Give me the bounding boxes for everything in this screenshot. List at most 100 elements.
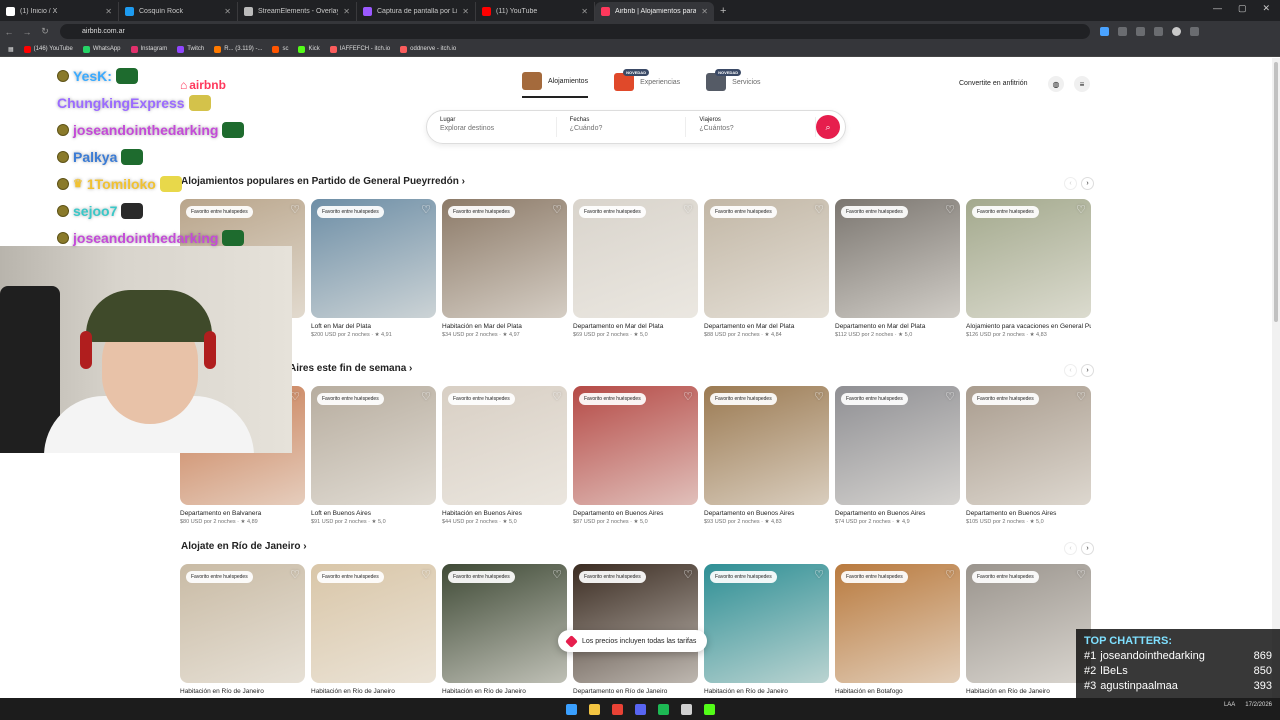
listing-photo[interactable]: Favorito entre huéspedes ♡	[180, 564, 305, 683]
tab-close-icon[interactable]: ✕	[343, 7, 350, 16]
bookmark-item[interactable]: oddnerve - itch.io	[400, 45, 456, 53]
scrollbar-thumb[interactable]	[1274, 62, 1278, 322]
heart-icon[interactable]: ♡	[421, 203, 431, 216]
listing-photo[interactable]: Favorito entre huéspedes ♡	[704, 386, 829, 505]
listing-photo[interactable]: Favorito entre huéspedes ♡	[704, 564, 829, 683]
chat-username[interactable]: joseandointhedarking	[73, 230, 218, 246]
listing-card[interactable]: Favorito entre huéspedes ♡ Departamento en…	[966, 386, 1091, 525]
heart-icon[interactable]: ♡	[552, 390, 562, 403]
nav-tab-2[interactable]: NOVEDAD Servicios	[706, 69, 761, 98]
listing-card[interactable]: Favorito entre huéspedes ♡ Departamento en…	[704, 386, 829, 525]
listing-photo[interactable]: Favorito entre huéspedes ♡	[311, 386, 436, 505]
maximize-icon[interactable]: ▢	[1238, 3, 1247, 14]
heart-icon[interactable]: ♡	[683, 568, 693, 581]
extension-icon[interactable]	[1118, 27, 1127, 36]
heart-icon[interactable]: ♡	[683, 390, 693, 403]
chat-username[interactable]: joseandointhedarking	[73, 122, 218, 138]
chevron-right-icon[interactable]: ›	[1081, 177, 1094, 190]
browser-tab[interactable]: StreamElements - Overlays ✕	[238, 2, 357, 21]
listing-photo[interactable]: Favorito entre huéspedes ♡	[835, 564, 960, 683]
nav-tab-0[interactable]: Alojamientos	[522, 72, 589, 98]
globe-icon[interactable]: ◍	[1048, 76, 1064, 92]
section-title[interactable]: Aires este fin de semana ›	[289, 363, 412, 374]
downloads-icon[interactable]	[1154, 27, 1163, 36]
dates-field[interactable]: Fechas ¿Cuándo?	[557, 117, 687, 137]
kick-icon[interactable]	[703, 703, 715, 715]
minimize-icon[interactable]: —	[1213, 3, 1222, 14]
listing-card[interactable]: Favorito entre huéspedes ♡ Loft en Buenos …	[311, 386, 436, 525]
spotify-icon[interactable]	[657, 703, 669, 715]
heart-icon[interactable]: ♡	[945, 390, 955, 403]
chat-username[interactable]: YesK:	[73, 68, 112, 84]
heart-icon[interactable]: ♡	[290, 568, 300, 581]
listing-card[interactable]: Favorito entre huéspedes ♡ Alojamiento par…	[966, 199, 1091, 338]
listing-card[interactable]: Favorito entre huéspedes ♡ Habitación en R…	[311, 564, 436, 697]
listing-card[interactable]: Favorito entre huéspedes ♡ Habitación en M…	[442, 199, 567, 338]
listing-card[interactable]: Favorito entre huéspedes ♡ Departamento en…	[704, 199, 829, 338]
heart-icon[interactable]: ♡	[814, 203, 824, 216]
nav-tab-1[interactable]: NOVEDAD Experiencias	[614, 69, 680, 98]
heart-icon[interactable]: ♡	[1076, 203, 1086, 216]
extension-icon[interactable]	[1100, 27, 1109, 36]
listing-photo[interactable]: Favorito entre huéspedes ♡	[573, 199, 698, 318]
listing-card[interactable]: Favorito entre huéspedes ♡ Departamento en…	[835, 386, 960, 525]
chrome-icon[interactable]	[611, 703, 623, 715]
listing-card[interactable]: Favorito entre huéspedes ♡ Habitación en B…	[442, 386, 567, 525]
listing-photo[interactable]: Favorito entre huéspedes ♡	[835, 199, 960, 318]
place-field[interactable]: Lugar Explorar destinos	[427, 117, 557, 137]
bookmark-item[interactable]: Instagram	[130, 45, 167, 53]
heart-icon[interactable]: ♡	[421, 568, 431, 581]
chat-username[interactable]: sejoo7	[73, 203, 117, 219]
url-bar[interactable]: airbnb.com.ar	[60, 24, 1090, 39]
listing-photo[interactable]: Favorito entre huéspedes ♡	[311, 564, 436, 683]
heart-icon[interactable]: ♡	[552, 568, 562, 581]
listing-photo[interactable]: Favorito entre huéspedes ♡	[835, 386, 960, 505]
bookmark-item[interactable]: WhatsApp	[82, 45, 121, 53]
tab-close-icon[interactable]: ✕	[462, 7, 469, 16]
tab-close-icon[interactable]: ✕	[581, 7, 588, 16]
search-button[interactable]: ⌕	[816, 115, 841, 139]
bookmark-item[interactable]: Twitch	[177, 45, 204, 53]
listing-photo[interactable]: Favorito entre huéspedes ♡	[966, 199, 1091, 318]
chat-username[interactable]: Palkya	[73, 149, 117, 165]
chevron-left-icon[interactable]: ‹	[1064, 542, 1077, 555]
heart-icon[interactable]: ♡	[814, 390, 824, 403]
guests-field[interactable]: Viajeros ¿Cuántos?	[686, 117, 817, 137]
tab-close-icon[interactable]: ✕	[701, 7, 708, 16]
listing-photo[interactable]: Favorito entre huéspedes ♡	[442, 199, 567, 318]
heart-icon[interactable]: ♡	[1076, 568, 1086, 581]
profile-avatar[interactable]	[1172, 27, 1181, 36]
discord-icon[interactable]	[634, 703, 646, 715]
listing-card[interactable]: Favorito entre huéspedes ♡ Habitación en R…	[442, 564, 567, 697]
listing-card[interactable]: Favorito entre huéspedes ♡ Habitación en R…	[966, 564, 1091, 697]
browser-tab[interactable]: Captura de pantalla por Lightshot ✕	[357, 2, 476, 21]
bookmark-item[interactable]: R... (3.119) -...	[214, 45, 262, 53]
listing-card[interactable]: Favorito entre huéspedes ♡ Departamento en…	[835, 199, 960, 338]
close-window-icon[interactable]: ✕	[1262, 3, 1270, 14]
chat-username[interactable]: ChungkingExpress	[57, 95, 185, 111]
listing-photo[interactable]: Favorito entre huéspedes ♡	[966, 564, 1091, 683]
chat-username[interactable]: 1Tomiloko	[87, 176, 156, 192]
heart-icon[interactable]: ♡	[945, 203, 955, 216]
chevron-left-icon[interactable]: ‹	[1064, 177, 1077, 190]
clock-date[interactable]: 17/2/2026	[1245, 702, 1272, 708]
listing-photo[interactable]: Favorito entre huéspedes ♡	[573, 564, 698, 683]
heart-icon[interactable]: ♡	[421, 390, 431, 403]
new-tab-button[interactable]: +	[720, 5, 726, 17]
hamburger-menu-icon[interactable]: ≡	[1074, 76, 1090, 92]
become-host-link[interactable]: Convertite en anfitrión	[959, 80, 1027, 87]
listing-card[interactable]: Favorito entre huéspedes ♡ Departamento en…	[573, 386, 698, 525]
bookmark-item[interactable]: IAFFEFCH - itch.io	[329, 45, 390, 53]
chevron-right-icon[interactable]: ›	[1081, 364, 1094, 377]
listing-card[interactable]: Favorito entre huéspedes ♡ Habitación en R…	[704, 564, 829, 697]
reload-icon[interactable]: ↻	[36, 26, 54, 37]
heart-icon[interactable]: ♡	[1076, 390, 1086, 403]
listing-card[interactable]: Favorito entre huéspedes ♡ Departamento en…	[573, 199, 698, 338]
browser-tab[interactable]: (11) YouTube ✕	[476, 2, 595, 21]
browser-tab[interactable]: (1) Inicio / X ✕	[0, 2, 119, 21]
bookmark-item[interactable]: (146) YouTube	[23, 45, 73, 53]
back-icon[interactable]: ←	[0, 27, 18, 37]
listing-photo[interactable]: Favorito entre huéspedes ♡	[573, 386, 698, 505]
listing-photo[interactable]: Favorito entre huéspedes ♡	[442, 386, 567, 505]
bookmark-item[interactable]: Kick	[298, 45, 320, 53]
